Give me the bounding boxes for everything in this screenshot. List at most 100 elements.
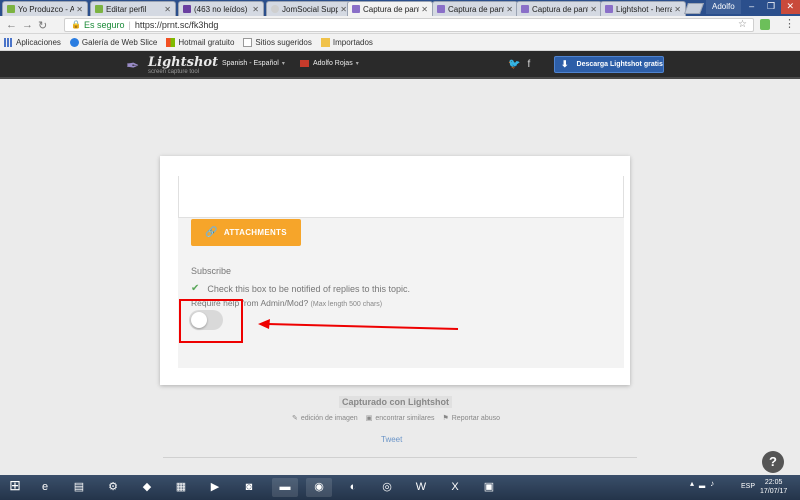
feather-icon: ✒ [126, 58, 140, 75]
ie-icon[interactable]: e [32, 478, 58, 497]
back-icon[interactable]: ← [6, 19, 17, 31]
browser-tab[interactable]: Captura de panta ✕ [432, 1, 518, 16]
bookmark-item[interactable]: Galería de Web Slice [69, 37, 157, 47]
volume-icon[interactable]: ♪ [710, 479, 714, 488]
page-body: Capturado con Lightshot ✎ edición de imag… [0, 81, 800, 475]
close-icon[interactable]: ✕ [421, 5, 428, 14]
bookmark-item[interactable]: Sitios sugeridos [243, 37, 312, 47]
tray-chevron-icon[interactable]: ▴ [690, 479, 694, 488]
tweet-link[interactable]: Tweet [381, 435, 402, 444]
browser-toolbar: ← → ↻ 🔒 Es seguro | https://prnt.sc/fk3h… [0, 16, 800, 34]
ie-icon [69, 37, 79, 47]
feather-icon [521, 5, 529, 13]
facebook-icon[interactable]: f [527, 59, 530, 70]
close-icon[interactable]: ✕ [590, 5, 597, 14]
close-icon[interactable]: ✕ [674, 5, 681, 14]
network-icon[interactable]: ▦ [168, 478, 194, 497]
link-label: Reportar abuso [451, 415, 501, 422]
logo-tagline: screen capture tool [148, 69, 200, 75]
settings-icon[interactable]: ⚙ [100, 478, 126, 497]
find-similar-link[interactable]: ▣ encontrar similares [366, 414, 435, 422]
secure-label: Es seguro [83, 20, 125, 30]
logo-name: Lightshot [148, 55, 219, 70]
reload-icon[interactable]: ↻ [38, 19, 47, 32]
footer-links: ✎ edición de imagen ▣ encontrar similares … [292, 414, 500, 422]
network-tray-icon[interactable]: ▂ [699, 479, 705, 488]
media-player-icon[interactable]: ▶ [202, 478, 228, 497]
lightshot-logo[interactable]: ✒ Lightshot screen capture tool [126, 54, 218, 76]
feather-icon [605, 5, 613, 13]
chrome-icon[interactable]: ◉ [306, 478, 332, 497]
browser-tab[interactable]: Yo Produzco - A ✕ [2, 1, 88, 16]
link-label: edición de imagen [300, 415, 358, 422]
browser-tab[interactable]: Editar perfil ✕ [90, 1, 176, 16]
tab-label: Lightshot - herra [616, 4, 672, 14]
apps-grid-icon [4, 37, 13, 47]
close-icon[interactable]: ✕ [252, 5, 259, 14]
checkmark-icon[interactable]: ✔ [191, 283, 199, 294]
bookmark-label: Importados [332, 37, 373, 47]
tab-label: Captura de panta [532, 4, 588, 14]
close-window-icon[interactable]: ✕ [780, 0, 800, 14]
language-label: Spanish - Español [222, 60, 279, 67]
menu-icon[interactable]: ⋮ [784, 17, 795, 30]
browser-tab[interactable]: (463 no leídos) - ✕ [178, 1, 264, 16]
app-icon[interactable]: ▣ [476, 478, 502, 497]
word-icon[interactable]: W [408, 478, 434, 497]
language-dropdown[interactable]: Spanish - Español ▾ [222, 60, 285, 67]
camera-app-icon[interactable]: ◙ [236, 478, 262, 497]
forward-icon[interactable]: → [22, 19, 33, 31]
browser-tab[interactable]: Lightshot - herra ✕ [600, 1, 686, 16]
close-icon[interactable]: ✕ [76, 5, 83, 14]
feather-icon [352, 5, 360, 13]
folder-icon [320, 37, 330, 47]
excel-icon[interactable]: X [442, 478, 468, 497]
app-icon[interactable]: ◎ [374, 478, 400, 497]
clock[interactable]: 22:05 17/07/17 [760, 478, 787, 496]
chevron-down-icon: ▾ [355, 61, 359, 67]
close-icon[interactable]: ✕ [164, 5, 171, 14]
attachments-button[interactable]: 🔗 ATTACHMENTS [191, 219, 301, 246]
maximize-icon[interactable]: ❐ [761, 0, 780, 14]
clock-time: 22:05 [764, 479, 783, 486]
browser-tab-active[interactable]: Captura de panta ✕ [347, 1, 433, 16]
subscribe-option[interactable]: ✔ Check this box to be notified of repli… [191, 283, 410, 294]
start-icon[interactable]: ⊞ [4, 477, 26, 498]
bookmark-label: Hotmail gratuito [178, 37, 235, 47]
language-indicator[interactable]: ESP [741, 483, 755, 490]
minimize-icon[interactable]: – [742, 0, 761, 14]
subscribe-label: Subscribe [191, 266, 232, 276]
app-icon[interactable]: ◆ [134, 478, 160, 497]
windows-taskbar: ⊞ e ▤ ⚙ ◆ ▦ ▶ ◙ ▬ ◉ ◐ ◎ W X ▣ ▴ ▂ ♪ ESP … [0, 475, 800, 500]
browser-tab[interactable]: Captura de panta ✕ [516, 1, 602, 16]
address-bar[interactable]: 🔒 Es seguro | https://prnt.sc/fk3hdg ☆ [64, 18, 754, 32]
tab-label: Captura de panta [448, 4, 504, 14]
explorer-icon[interactable]: ▤ [66, 478, 92, 497]
screenshot-editor-box [178, 176, 624, 218]
camera-icon: ▣ [365, 415, 373, 422]
star-icon[interactable]: ☆ [738, 19, 747, 31]
close-icon[interactable]: ✕ [340, 5, 347, 14]
firefox-icon[interactable]: ◐ [340, 478, 366, 497]
edit-image-link[interactable]: ✎ edición de imagen [292, 414, 358, 422]
profile-button[interactable]: Adolfo [706, 0, 741, 14]
annotation-rectangle [179, 299, 243, 343]
new-tab-button[interactable] [683, 3, 705, 14]
close-icon[interactable]: ✕ [506, 5, 513, 14]
twitter-icon[interactable]: 🐦 [508, 59, 520, 70]
folder-icon[interactable]: ▬ [272, 478, 298, 497]
bookmark-item[interactable]: Importados [320, 37, 373, 47]
extension-icon[interactable] [760, 19, 770, 30]
attachments-label: ATTACHMENTS [223, 228, 287, 237]
bookmark-item[interactable]: Hotmail gratuito [166, 37, 235, 47]
bookmark-item[interactable]: Aplicaciones [4, 37, 61, 47]
browser-tab[interactable]: JomSocial Suppo✕ [266, 1, 352, 16]
help-button[interactable]: ? [762, 451, 784, 473]
lock-icon: 🔒 [71, 20, 81, 29]
download-button[interactable]: ⬇ Descarga Lightshot gratis [554, 56, 664, 73]
tab-label: Yo Produzco - A [18, 4, 74, 14]
user-dropdown[interactable]: Adolfo Rojas ▾ [300, 60, 359, 67]
user-flag-icon [300, 60, 309, 67]
chevron-down-icon: ▾ [281, 61, 285, 67]
report-abuse-link[interactable]: ⚑ Reportar abuso [442, 414, 500, 422]
